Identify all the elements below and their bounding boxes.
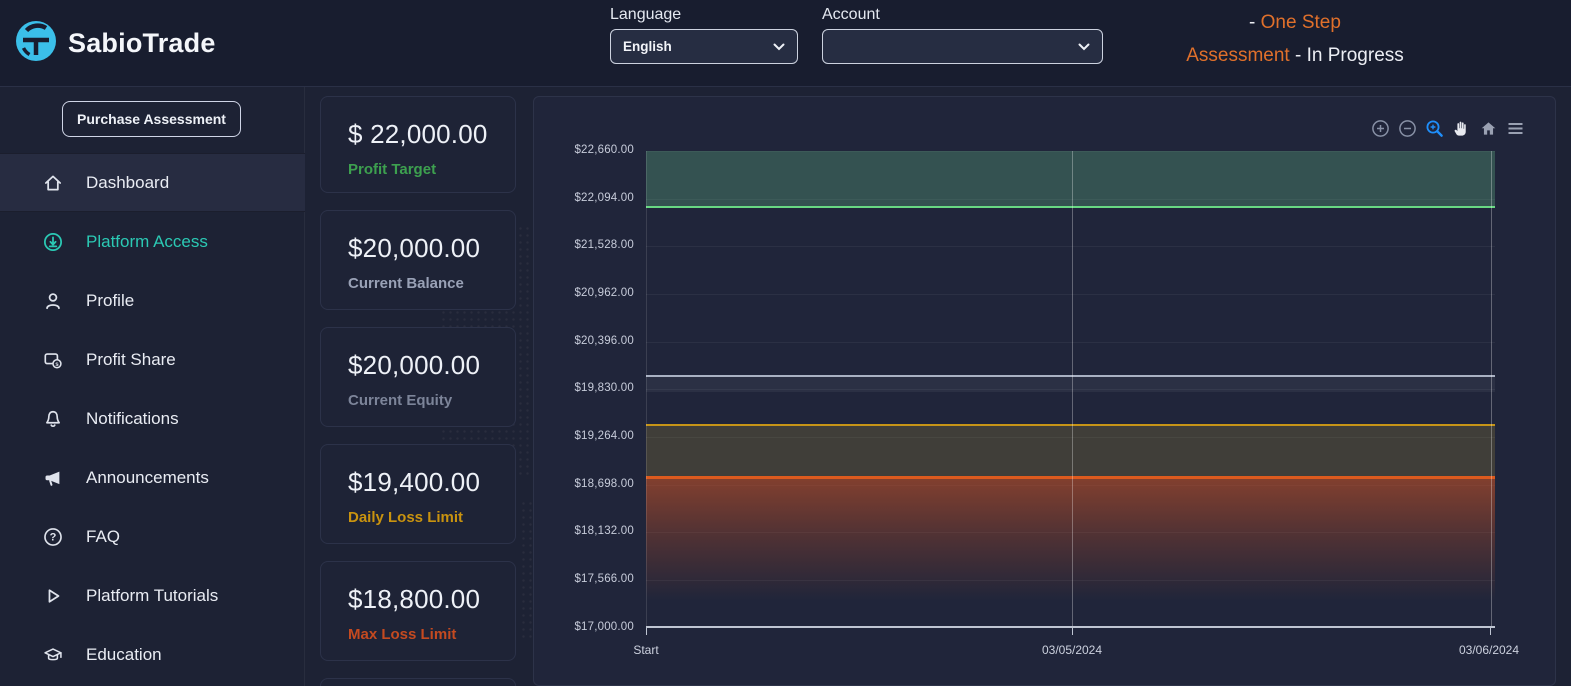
brand-name: SabioTrade xyxy=(68,28,216,58)
gridline-03-05 xyxy=(1072,151,1073,628)
stat-card-max-loss-limit: $18,800.00 Max Loss Limit xyxy=(320,561,516,661)
profit-target-line xyxy=(646,206,1495,208)
sidebar: Purchase Assessment Dashboard Platform A… xyxy=(0,87,305,686)
megaphone-icon xyxy=(42,467,64,489)
sabiotrade-logo-icon xyxy=(14,19,58,68)
bell-icon xyxy=(42,408,64,430)
play-icon xyxy=(42,585,64,607)
sidebar-item-profit-share[interactable]: s Profit Share xyxy=(0,330,305,389)
y-tick-label: $20,962.00 xyxy=(574,287,634,299)
sidebar-item-platform-access[interactable]: Platform Access xyxy=(0,212,305,271)
assessment-name-part2: Assessment xyxy=(1186,45,1290,66)
account-label: Account xyxy=(822,6,880,23)
assessment-name-part1: One Step xyxy=(1260,12,1341,33)
user-icon xyxy=(42,290,64,312)
y-tick-label: $17,566.00 xyxy=(574,573,634,585)
stat-card-daily-loss-limit: $19,400.00 Daily Loss Limit xyxy=(320,444,516,544)
x-tick-label-0306: 03/06/2024 xyxy=(1458,643,1520,657)
stat-card-partial xyxy=(320,678,516,686)
daily-loss-limit-value: $19,400.00 xyxy=(348,467,481,497)
max-loss-zone xyxy=(646,479,1495,601)
account-select[interactable] xyxy=(822,29,1103,64)
pan-hand-icon[interactable] xyxy=(1452,119,1471,138)
sidebar-nav: Dashboard Platform Access Profile s Prof… xyxy=(0,153,305,684)
cloud-download-icon xyxy=(42,231,64,253)
language-selected-value: English xyxy=(623,39,672,54)
y-tick-label: $21,528.00 xyxy=(574,239,634,251)
stat-card-profit-target: $ 22,000.00 Profit Target xyxy=(320,96,516,193)
home-reset-icon[interactable] xyxy=(1479,119,1498,138)
chevron-down-icon xyxy=(1078,38,1090,56)
home-icon xyxy=(42,172,64,194)
zoom-out-icon[interactable] xyxy=(1398,119,1417,138)
assessment-progress-text: - In Progress xyxy=(1295,45,1404,66)
balance-series-line xyxy=(646,375,1495,377)
y-tick-label: $22,094.00 xyxy=(574,192,634,204)
language-label: Language xyxy=(610,6,682,23)
current-balance-label: Current Balance xyxy=(348,275,464,292)
zoom-in-icon[interactable] xyxy=(1371,119,1390,138)
sidebar-item-faq[interactable]: ? FAQ xyxy=(0,507,305,566)
sidebar-item-profile[interactable]: Profile xyxy=(0,271,305,330)
y-tick-label: $19,830.00 xyxy=(574,382,634,394)
chevron-down-icon xyxy=(773,38,785,56)
brand-logo[interactable]: SabioTrade xyxy=(14,19,216,68)
y-tick-label: $17,000.00 xyxy=(574,621,634,633)
sidebar-item-announcements[interactable]: Announcements xyxy=(0,448,305,507)
y-tick-label: $18,132.00 xyxy=(574,525,634,537)
current-balance-value: $20,000.00 xyxy=(348,233,481,263)
y-tick-label: $20,396.00 xyxy=(574,335,634,347)
y-tick-label: $19,264.00 xyxy=(574,430,634,442)
y-tick-label: $22,660.00 xyxy=(574,144,634,156)
assessment-status: - One Step Assessment - In Progress xyxy=(1125,6,1465,72)
profit-target-value: $ 22,000.00 xyxy=(348,119,488,149)
stat-card-current-equity: $20,000.00 Current Equity xyxy=(320,327,516,427)
max-loss-limit-line xyxy=(646,476,1495,479)
profit-target-zone xyxy=(646,151,1495,206)
chart-toolbar xyxy=(1371,119,1525,138)
status-dash: - xyxy=(1249,12,1256,33)
sidebar-item-platform-tutorials[interactable]: Platform Tutorials xyxy=(0,566,305,625)
current-equity-value: $20,000.00 xyxy=(348,350,481,380)
sidebar-item-notifications[interactable]: Notifications xyxy=(0,389,305,448)
daily-loss-limit-line xyxy=(646,424,1495,426)
max-loss-limit-label: Max Loss Limit xyxy=(348,626,457,643)
daily-loss-zone xyxy=(646,426,1495,476)
profit-share-icon: s xyxy=(42,349,64,371)
question-circle-icon: ? xyxy=(42,526,64,548)
svg-text:?: ? xyxy=(50,531,57,543)
profit-target-label: Profit Target xyxy=(348,161,437,178)
chart-plot-area[interactable] xyxy=(646,151,1495,635)
gridline-03-06 xyxy=(1491,151,1492,628)
x-tick-label-0305: 03/05/2024 xyxy=(1041,643,1103,657)
daily-loss-limit-label: Daily Loss Limit xyxy=(348,509,464,526)
menu-icon[interactable] xyxy=(1506,119,1525,138)
sidebar-item-dashboard[interactable]: Dashboard xyxy=(0,153,305,212)
stat-card-current-balance: $20,000.00 Current Balance xyxy=(320,210,516,310)
y-tick-label: $18,698.00 xyxy=(574,478,634,490)
balance-chart-panel: $22,660.00 $22,094.00 $21,528.00 $20,962… xyxy=(533,96,1556,686)
language-select[interactable]: English xyxy=(610,29,798,64)
current-equity-label: Current Equity xyxy=(348,392,453,409)
selection-zoom-icon[interactable] xyxy=(1425,119,1444,138)
graduation-cap-icon xyxy=(42,644,64,666)
x-tick-label-start: Start xyxy=(633,643,659,657)
balance-series-glow xyxy=(646,377,1495,392)
purchase-assessment-button[interactable]: Purchase Assessment xyxy=(62,101,241,137)
x-axis-line xyxy=(646,626,1495,628)
max-loss-limit-value: $18,800.00 xyxy=(348,584,481,614)
sidebar-item-education[interactable]: Education xyxy=(0,625,305,684)
header: SabioTrade Language English Account - On… xyxy=(0,0,1571,87)
svg-text:s: s xyxy=(55,360,59,367)
